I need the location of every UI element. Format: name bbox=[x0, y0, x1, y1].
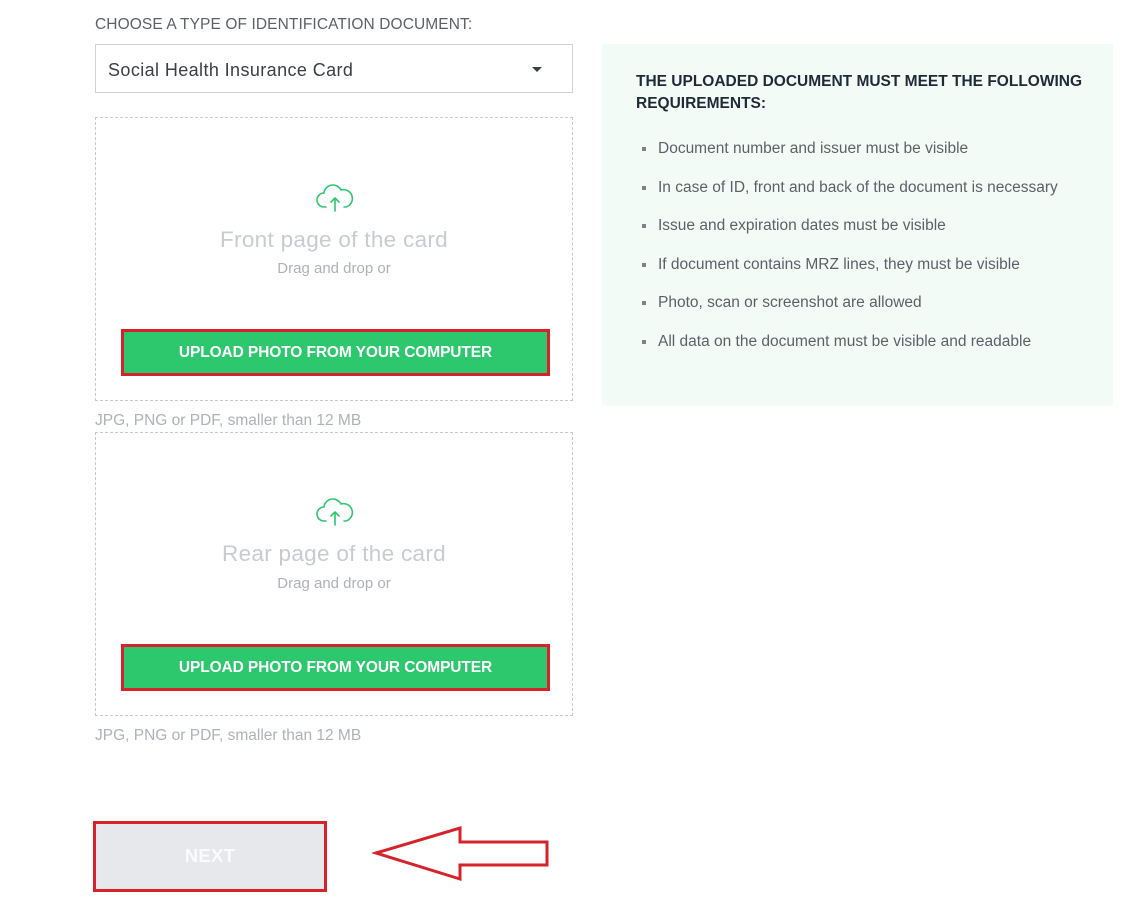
requirements-panel: THE UPLOADED DOCUMENT MUST MEET THE FOLL… bbox=[602, 44, 1113, 406]
rear-upload-hint: JPG, PNG or PDF, smaller than 12 MB bbox=[95, 727, 362, 744]
requirement-text: In case of ID, front and back of the doc… bbox=[658, 178, 1058, 196]
requirements-title: THE UPLOADED DOCUMENT MUST MEET THE FOLL… bbox=[636, 73, 1083, 112]
front-upload-button[interactable]: UPLOAD PHOTO FROM YOUR COMPUTER bbox=[121, 329, 550, 376]
requirements-list: Document number and issuer must be visib… bbox=[640, 138, 1080, 369]
bullet-icon bbox=[642, 185, 646, 190]
bullet-icon bbox=[642, 147, 646, 151]
requirement-item: If document contains MRZ lines, they mus… bbox=[640, 254, 1080, 276]
requirement-text: If document contains MRZ lines, they mus… bbox=[658, 255, 1020, 273]
requirement-item: Photo, scan or screenshot are allowed bbox=[640, 292, 1080, 314]
front-drop-zone[interactable]: Front page of the card Drag and drop or … bbox=[95, 117, 573, 401]
arrow-left-icon bbox=[372, 825, 549, 882]
front-upload-subtitle: Drag and drop or bbox=[277, 260, 391, 277]
document-type-value: Social Health Insurance Card bbox=[108, 60, 354, 80]
front-upload-hint: JPG, PNG or PDF, smaller than 12 MB bbox=[95, 412, 362, 429]
bullet-icon bbox=[642, 224, 646, 228]
requirement-text: Document number and issuer must be visib… bbox=[658, 140, 969, 157]
rear-upload-subtitle: Drag and drop or bbox=[277, 575, 391, 592]
bullet-icon bbox=[642, 301, 646, 305]
document-type-label: CHOOSE A TYPE OF IDENTIFICATION DOCUMENT… bbox=[95, 16, 473, 33]
bullet-icon bbox=[642, 262, 646, 267]
rear-drop-zone[interactable]: Rear page of the card Drag and drop or U… bbox=[95, 432, 573, 716]
requirement-text: Photo, scan or screenshot are allowed bbox=[658, 294, 922, 311]
rear-upload-button[interactable]: UPLOAD PHOTO FROM YOUR COMPUTER bbox=[121, 644, 550, 691]
rear-upload-title: Rear page of the card bbox=[222, 541, 446, 566]
front-upload-title: Front page of the card bbox=[220, 227, 448, 252]
bullet-icon bbox=[642, 339, 646, 344]
chevron-down-icon bbox=[532, 67, 542, 72]
requirement-text: All data on the document must be visible… bbox=[658, 332, 1032, 350]
requirement-item: Document number and issuer must be visib… bbox=[640, 138, 1080, 160]
requirement-item: All data on the document must be visible… bbox=[640, 331, 1080, 353]
requirement-text: Issue and expiration dates must be visib… bbox=[658, 217, 946, 234]
next-button[interactable]: NEXT bbox=[93, 821, 327, 892]
requirement-item: Issue and expiration dates must be visib… bbox=[640, 215, 1080, 237]
cloud-upload-icon bbox=[316, 498, 354, 526]
document-type-select[interactable]: Social Health Insurance Card bbox=[95, 44, 573, 93]
requirement-item: In case of ID, front and back of the doc… bbox=[640, 177, 1080, 199]
cloud-upload-icon bbox=[316, 184, 354, 212]
